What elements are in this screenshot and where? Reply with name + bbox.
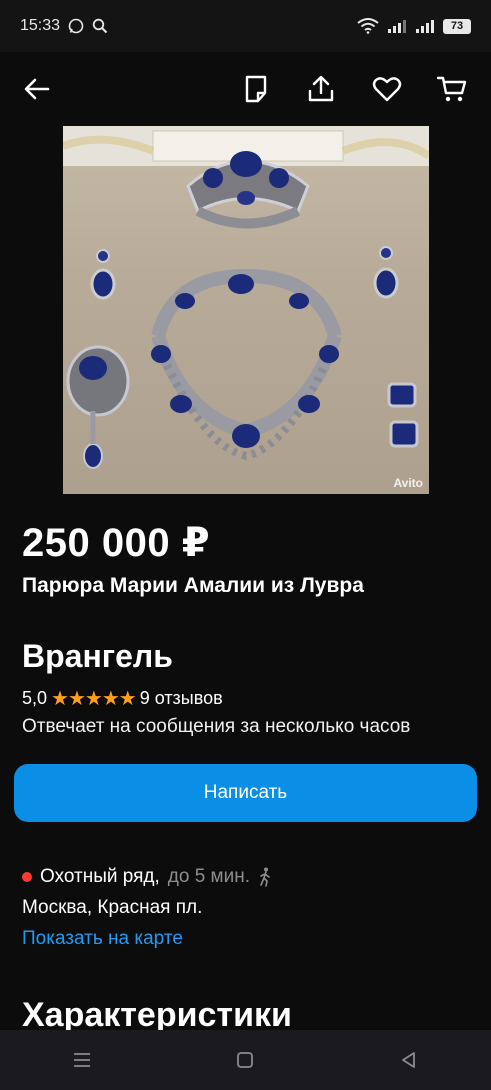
show-on-map-link[interactable]: Показать на карте bbox=[22, 928, 183, 950]
jewelry-image bbox=[63, 126, 429, 469]
back-nav-button[interactable] bbox=[389, 1040, 429, 1080]
write-message-button[interactable]: Написать bbox=[14, 764, 477, 822]
price: 250 000 ₽ bbox=[22, 521, 211, 565]
search-icon bbox=[92, 18, 108, 34]
battery-indicator: 73 bbox=[443, 18, 471, 34]
metro-station: Охотный ряд, до 5 мин. bbox=[22, 866, 272, 888]
walk-time: до 5 мин. bbox=[167, 866, 250, 887]
top-toolbar bbox=[0, 52, 491, 126]
status-left: 15:33 bbox=[20, 17, 108, 35]
address: Москва, Красная пл. bbox=[22, 897, 203, 918]
signal-icon bbox=[416, 20, 434, 33]
arrow-left-icon bbox=[24, 78, 50, 100]
wifi-icon bbox=[357, 18, 379, 34]
photo-margin bbox=[0, 126, 63, 494]
star-rating: ★★★★★ bbox=[51, 688, 137, 710]
note-icon bbox=[245, 75, 267, 103]
status-bar: 15:33 73 bbox=[0, 0, 491, 52]
signal-icon bbox=[388, 20, 406, 33]
share-button[interactable] bbox=[302, 70, 340, 108]
system-navigation-bar bbox=[0, 1030, 491, 1090]
whatsapp-icon bbox=[68, 18, 84, 34]
walking-icon bbox=[260, 867, 270, 887]
reviews-count: 9 отзывов bbox=[139, 688, 223, 708]
heart-icon bbox=[372, 77, 402, 102]
metro-line-icon bbox=[22, 872, 32, 882]
notes-button[interactable] bbox=[237, 70, 275, 108]
menu-icon bbox=[73, 1053, 90, 1067]
cart-button[interactable] bbox=[433, 70, 471, 108]
recent-apps-button[interactable] bbox=[62, 1040, 102, 1080]
home-square-icon bbox=[237, 1052, 254, 1068]
home-button[interactable] bbox=[225, 1040, 265, 1080]
status-right: 73 bbox=[357, 18, 471, 34]
cart-icon bbox=[437, 76, 467, 102]
favorite-button[interactable] bbox=[368, 70, 406, 108]
triangle-back-icon bbox=[402, 1052, 416, 1068]
status-time: 15:33 bbox=[20, 17, 61, 34]
watermark: Avito bbox=[393, 476, 423, 490]
share-icon bbox=[308, 75, 334, 102]
product-photo[interactable]: Avito bbox=[63, 126, 429, 494]
listing-title: Парюра Марии Амалии из Лувра bbox=[22, 574, 364, 597]
back-button[interactable] bbox=[18, 70, 56, 108]
seller-name[interactable]: Врангель bbox=[22, 638, 173, 675]
rating-value: 5,0 bbox=[22, 688, 48, 708]
response-time: Отвечает на сообщения за несколько часов bbox=[22, 716, 411, 737]
metro-name: Охотный ряд, bbox=[40, 866, 160, 887]
seller-rating[interactable]: 5,0 ★★★★★ 9 отзывов bbox=[22, 686, 223, 711]
